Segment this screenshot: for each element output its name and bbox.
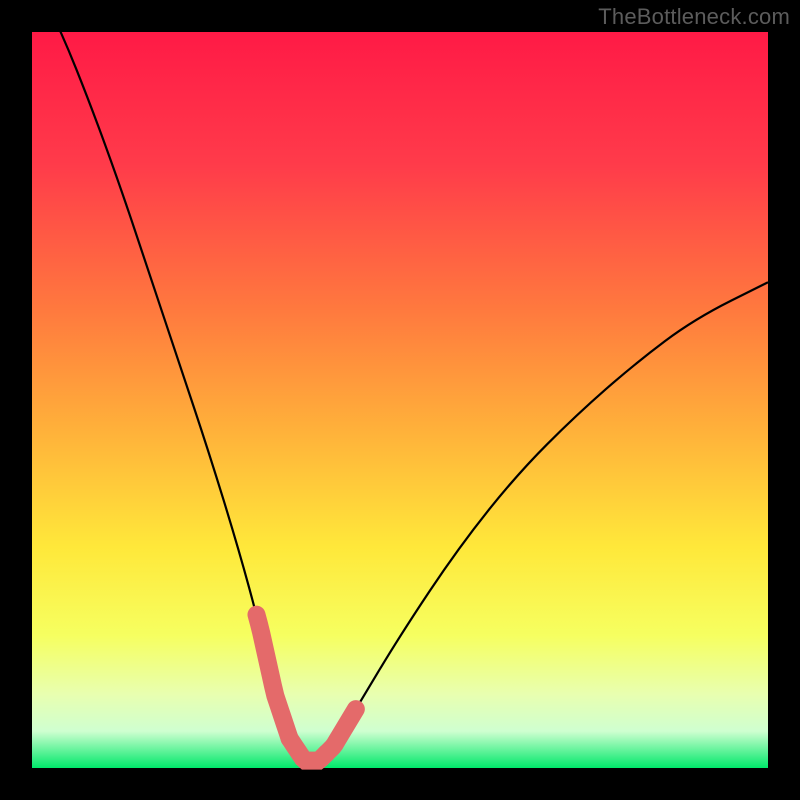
chart-svg — [0, 0, 800, 800]
chart-container: TheBottleneck.com — [0, 0, 800, 800]
chart-gradient-background — [32, 32, 768, 768]
watermark-text: TheBottleneck.com — [598, 4, 790, 30]
